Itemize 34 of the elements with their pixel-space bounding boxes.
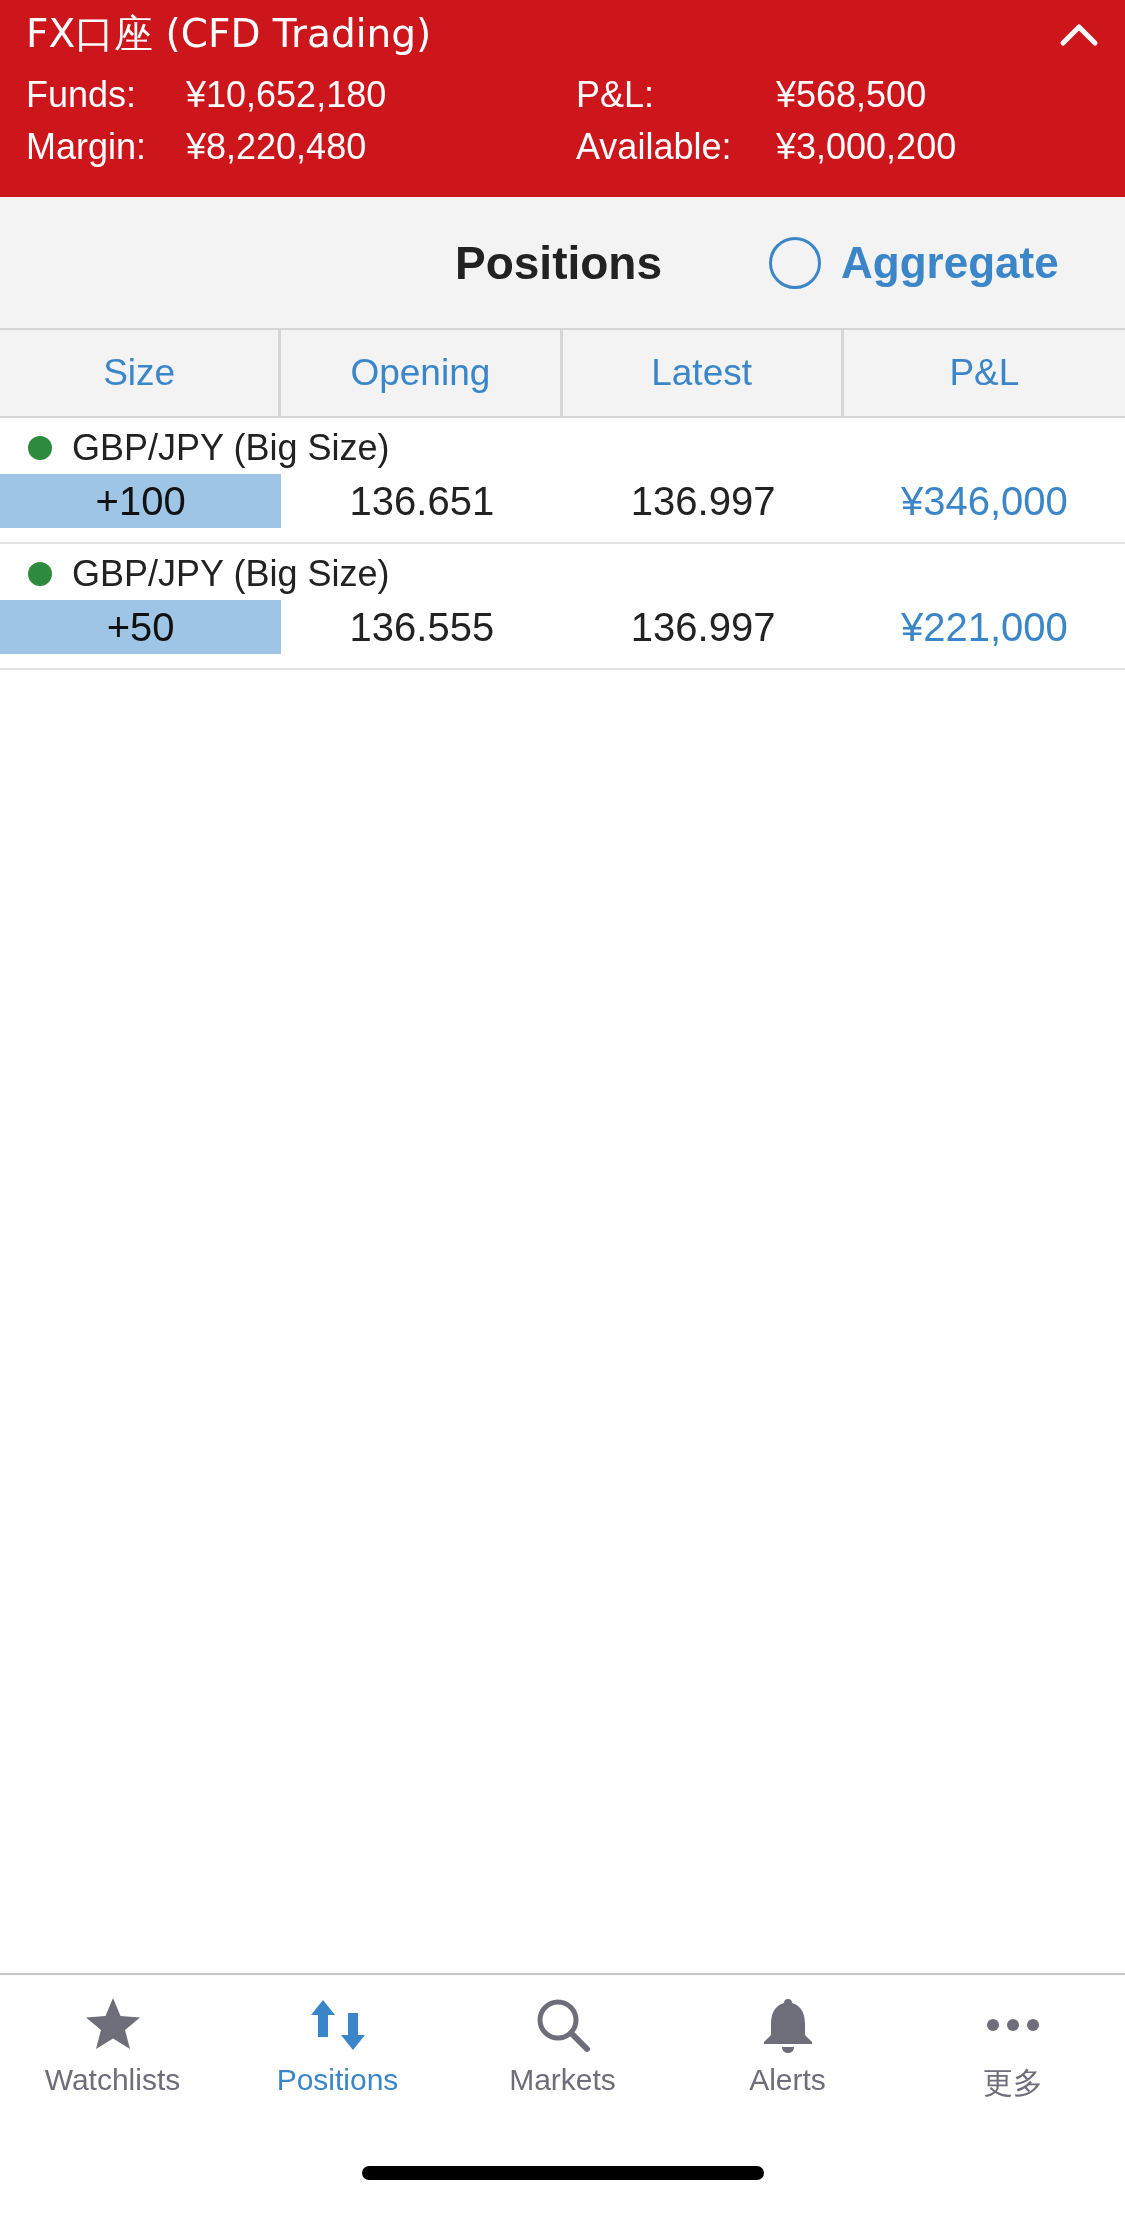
table-cell-text: 136.651	[348, 477, 496, 525]
tab-item[interactable]: 更多	[900, 1995, 1125, 2123]
size-cell: +100	[0, 474, 282, 528]
radio-button[interactable]	[769, 236, 822, 289]
table-cell-text: 136.555	[348, 603, 496, 651]
instrument-name: GBP/JPY (Big Size)	[72, 427, 390, 469]
summary-label: P&L:	[576, 74, 656, 116]
aggregate-toggle[interactable]: Aggregate	[769, 236, 1059, 289]
position-row[interactable]: GBP/JPY (Big Size) +100 136.651 136.997 ¥346,000	[0, 418, 1125, 544]
summary-value: ¥8,220,480	[186, 126, 367, 168]
table-cell-text: 136.997	[629, 603, 777, 651]
table-cell-text: ¥346,000	[899, 477, 1069, 525]
page-title: Positions	[455, 235, 663, 290]
tab-item[interactable]: Alerts	[675, 1995, 900, 2123]
summary-value: ¥3,000,200	[776, 126, 957, 168]
position-row[interactable]: GBP/JPY (Big Size) +50 136.555 136.997 ¥221,000	[0, 544, 1125, 670]
tab-item[interactable]: Markets	[450, 1995, 675, 2123]
size-cell: +50	[0, 600, 282, 654]
column-header[interactable]: Latest	[562, 330, 844, 416]
account-title: FX口座 (CFD Trading)	[26, 10, 432, 58]
summary-label: Funds:	[26, 74, 138, 116]
column-header[interactable]: Opening	[281, 330, 563, 416]
tab-item[interactable]: Watchlists	[0, 1995, 225, 2123]
summary-label: Margin:	[26, 126, 148, 168]
summary-label: Available:	[576, 126, 733, 168]
collapse-chevron-icon[interactable]	[1059, 21, 1099, 47]
table-cell-text: 136.997	[629, 477, 777, 525]
tab-item[interactable]: Positions	[225, 1995, 450, 2123]
table-cell-text: ¥221,000	[899, 603, 1069, 651]
instrument-name: GBP/JPY (Big Size)	[72, 553, 390, 595]
summary-value: ¥568,500	[776, 74, 927, 116]
summary-value: ¥10,652,180	[186, 74, 387, 116]
column-header[interactable]: Size	[0, 330, 282, 416]
column-header[interactable]: P&L	[843, 330, 1125, 416]
